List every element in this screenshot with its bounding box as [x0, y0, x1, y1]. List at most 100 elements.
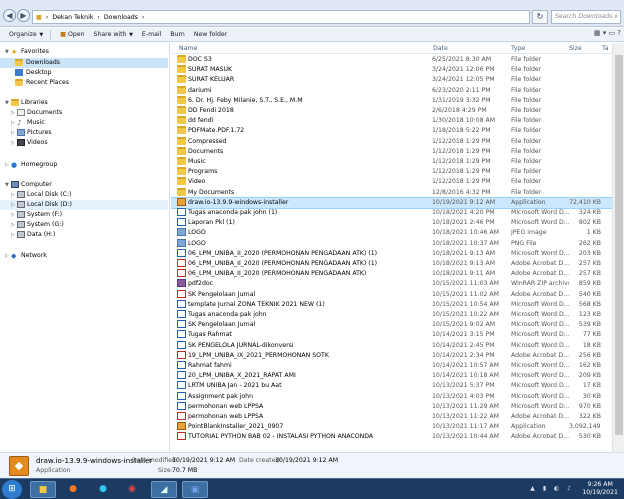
file-date: 10/18/2021 9:13 AM	[432, 249, 496, 257]
folder-icon	[177, 187, 186, 196]
app-taskbar-icon[interactable]: ◢	[151, 481, 177, 498]
file-row[interactable]: 19_LPM_UNIBA_IX_2021_PERMOHONAN SOTK 10/1…	[171, 350, 612, 361]
search-input[interactable]: Search Downloads ⌕	[551, 10, 621, 24]
nav-desktop[interactable]: Desktop	[0, 68, 168, 78]
file-row[interactable]: dariumi 6/23/2020 2:11 PM File folder	[171, 85, 612, 96]
file-row[interactable]: 20_LPM_UNIBA_X_2021_RAPAT AMI 10/14/2021 …	[171, 371, 612, 381]
column-tags[interactable]: Ta	[602, 45, 609, 52]
scrollbar-thumb[interactable]	[615, 55, 623, 435]
file-row[interactable]: permohonan web LPPSA 10/13/2021 11:29 AM M…	[171, 401, 612, 412]
vertical-scrollbar[interactable]	[612, 43, 624, 452]
file-row[interactable]: SK PENGELOLA JURNAL-dikonversi 10/14/2021…	[171, 340, 612, 351]
file-row[interactable]: Tugas anaconda pak john 10/15/2021 10:22 …	[171, 310, 612, 320]
breadcrumb[interactable]: ■ › Dekan Teknik › Downloads ›	[32, 10, 530, 24]
forward-button[interactable]: ▶	[17, 9, 30, 22]
file-size: 17 KB	[582, 382, 601, 390]
chrome-taskbar-icon[interactable]: ◉	[119, 481, 145, 498]
column-date[interactable]: Date	[433, 45, 448, 52]
file-row[interactable]: 06_LPM_UNIBA_II_2020 (PERMOHONAN PENGADA…	[171, 269, 612, 279]
file-name: Tugas anaconda pak john	[188, 311, 267, 318]
file-row[interactable]: Laporan Pkl (1) 10/18/2021 2:46 PM Microso…	[171, 218, 612, 228]
file-row[interactable]: pdf2doc 10/15/2021 11:03 AM WinRAR ZIP arc…	[171, 279, 612, 289]
file-row[interactable]: Music 1/12/2018 1:29 PM File folder	[171, 157, 612, 167]
email-button[interactable]: E-mail	[142, 31, 161, 38]
system-tray[interactable]: ▲ ▮ ◐ ♪	[530, 485, 574, 492]
file-row[interactable]: Rahmat fahmi 10/14/2021 10:57 AM Microsoft…	[171, 361, 612, 371]
file-row[interactable]: TUTORIAL PYTHON BAB 02 - INSTALASI PYTHO…	[171, 432, 612, 442]
nav-homegroup[interactable]: ▷ ● Homegroup	[0, 160, 168, 170]
file-row[interactable]: DD Fendi 2018 2/6/2018 4:29 PM File folder	[171, 106, 612, 116]
file-row[interactable]: Compressed 1/12/2018 1:29 PM File folder	[171, 136, 612, 147]
file-row[interactable]: Assignment pak john 10/13/2021 4:03 PM Mic…	[171, 391, 612, 402]
organize-button[interactable]: Organize ▼	[9, 31, 43, 38]
nav-libraries[interactable]: ▼ Libraries	[0, 98, 168, 108]
nav-computer[interactable]: ▼ Computer	[0, 180, 168, 190]
column-size[interactable]: Size	[569, 45, 582, 52]
file-row[interactable]: PDFMate.PDF.1.72 1/18/2018 5:22 PM File fo…	[171, 126, 612, 136]
file-date: 1/30/2018 10:08 AM	[432, 117, 496, 125]
nav-drive-d[interactable]: ▷ Local Disk (D:)	[0, 200, 168, 210]
nav-drive-h[interactable]: ▷ Data (H:)	[0, 230, 168, 240]
file-row[interactable]: LRTM UNIBA Jan - 2021 bu Aat 10/13/2021 5…	[171, 381, 612, 391]
breadcrumb-item[interactable]: Dekan Teknik	[52, 14, 93, 21]
column-name[interactable]: Name	[179, 45, 197, 52]
file-row[interactable]: Programs 1/12/2018 1:29 PM File folder	[171, 167, 612, 177]
view-options-icon[interactable]: ▦ ▾ ▭ ?	[594, 29, 621, 37]
file-row[interactable]: permohonan web LPPSA 10/13/2021 11:22 AM A…	[171, 412, 612, 422]
share-with-button[interactable]: Share with ▼	[94, 31, 133, 38]
file-size: 322 KB	[578, 413, 601, 420]
nav-music[interactable]: ▷ ♪ Music	[0, 118, 168, 128]
start-button[interactable]: ⊞	[2, 480, 22, 499]
file-type: File folder	[511, 168, 542, 176]
nav-documents[interactable]: ▷ Documents	[0, 108, 168, 118]
nav-videos[interactable]: ▷ Videos	[0, 138, 168, 148]
refresh-button[interactable]: ↻	[532, 10, 548, 24]
burn-button[interactable]: Burn	[170, 31, 185, 38]
folder-icon	[177, 157, 186, 165]
file-row[interactable]: LOGO 10/18/2021 10:37 AM PNG File 262 KB	[171, 238, 612, 249]
nav-favorites[interactable]: ▼ ★ Favorites	[0, 47, 168, 57]
file-row[interactable]: SURAT KELUAR 3/24/2021 12:05 PM File folde…	[171, 75, 612, 85]
new-folder-button[interactable]: New folder	[194, 31, 227, 38]
nav-pictures[interactable]: ▷ Pictures	[0, 128, 168, 138]
nav-recent-places[interactable]: Recent Places	[0, 78, 168, 88]
clock[interactable]: 9:26 AM 10/19/2021	[582, 481, 618, 497]
file-date: 10/19/2021 9:12 AM	[432, 198, 496, 206]
file-row[interactable]: Video 1/12/2018 1:29 PM File folder	[171, 177, 612, 187]
file-row[interactable]: Documents 1/12/2018 1:29 PM File folder	[171, 146, 612, 157]
column-type[interactable]: Type	[511, 45, 525, 52]
file-row[interactable]: 06_LPM_UNIBA_II_2020 (PERMOHONAN PENGADA…	[171, 259, 612, 269]
firefox-taskbar-icon[interactable]: ●	[60, 481, 86, 498]
file-row[interactable]: SK Pengelolaan Jurnal 10/15/2021 11:02 AM…	[171, 289, 612, 300]
file-row[interactable]: DOC S3 6/25/2021 8:30 AM File folder	[171, 55, 612, 65]
file-row[interactable]: My Documents 12/8/2016 4:32 PM File folder	[171, 187, 612, 198]
file-row[interactable]: SK Pengelolaan Jurnal 10/15/2021 9:02 AM M…	[171, 320, 612, 330]
file-type: Microsoft Word D...	[511, 321, 569, 329]
explorer-taskbar-icon[interactable]: ■	[30, 481, 56, 498]
word-document-icon	[177, 299, 186, 308]
image-icon	[177, 238, 186, 247]
nav-drive-f[interactable]: ▷ System (F:)	[0, 210, 168, 220]
file-type: File folder	[511, 66, 542, 74]
file-row[interactable]: draw.io-13.9.9-windows-installer 10/19/20…	[171, 196, 612, 210]
breadcrumb-item[interactable]: Downloads	[104, 14, 138, 21]
nav-downloads[interactable]: Downloads	[0, 58, 168, 68]
file-row[interactable]: dd fendi 1/30/2018 10:08 AM File folder	[171, 116, 612, 126]
file-row[interactable]: Tugas Rahmat 10/14/2021 3:15 PM Microsoft …	[171, 330, 612, 340]
nav-drive-g[interactable]: ▷ System (G:)	[0, 220, 168, 230]
file-type: Microsoft Word D...	[511, 392, 569, 400]
file-row[interactable]: template Jurnal ZONA TEKNIK 2021 NEW (1)…	[171, 299, 612, 310]
file-row[interactable]: 6. Dr. Hj. Feby Milanie, S.T., S.E., M.M…	[171, 95, 612, 106]
file-row[interactable]: LOGO 10/18/2021 10:46 AM JPEG image 1 KB	[171, 228, 612, 238]
file-row[interactable]: SURAT MASUK 3/24/2021 12:06 PM File folder	[171, 65, 612, 75]
open-button[interactable]: ■ Open	[60, 31, 84, 38]
file-row[interactable]: Tugas anaconda pak john (1) 10/18/2021 4:…	[171, 208, 612, 218]
file-row[interactable]: PointBlankInstaller_2021_0907 10/13/2021 …	[171, 422, 612, 432]
word-document-icon	[177, 371, 186, 380]
nav-network[interactable]: ▷ ◆ Network	[0, 251, 168, 261]
file-row[interactable]: 06_LPM_UNIBA_II_2020 (PERMOHONAN PENGADA…	[171, 248, 612, 259]
back-button[interactable]: ◀	[3, 9, 16, 22]
word-taskbar-icon[interactable]: ▣	[182, 481, 208, 498]
edge-taskbar-icon[interactable]: ●	[90, 481, 116, 498]
nav-drive-c[interactable]: ▷ Local Disk (C:)	[0, 190, 168, 200]
